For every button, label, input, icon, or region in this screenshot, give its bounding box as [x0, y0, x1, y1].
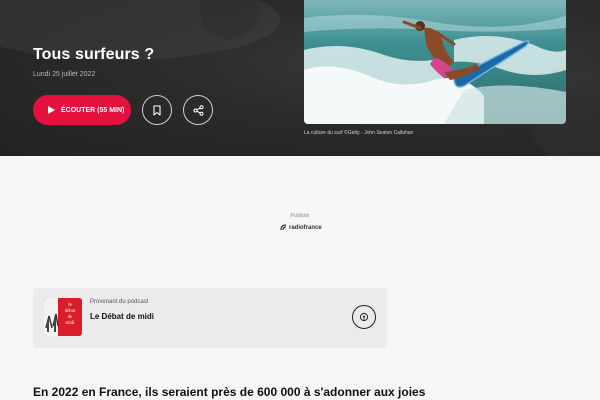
podcast-cover-word-4: midi — [65, 321, 75, 326]
podcast-cover-word-3: de — [68, 315, 74, 320]
episode-hero: Tous surfeurs ? Lundi 25 juillet 2022 ÉC… — [0, 0, 600, 156]
podcast-card[interactable]: le débat de midi Provenant du podcast Le… — [33, 288, 387, 348]
share-button[interactable] — [183, 95, 213, 125]
episode-title: Tous surfeurs ? — [33, 46, 155, 63]
play-icon — [48, 106, 55, 114]
podcast-source-label: Provenant du podcast — [90, 299, 149, 305]
podcast-link-button[interactable] — [352, 305, 376, 329]
page: Tous surfeurs ? Lundi 25 juillet 2022 ÉC… — [0, 0, 600, 400]
podcast-icon — [359, 312, 369, 322]
article-lead-paragraph: En 2022 en France, ils seraient près de … — [33, 385, 426, 399]
ad-label: Publicité — [290, 213, 310, 219]
episode-date: Lundi 25 juillet 2022 — [33, 71, 96, 78]
radiofrance-logo-icon — [280, 224, 287, 231]
listen-button[interactable]: ÉCOUTER (55 MIN) — [33, 95, 131, 125]
podcast-name[interactable]: Le Débat de midi — [90, 312, 154, 321]
listen-button-label: ÉCOUTER (55 MIN) — [61, 106, 125, 114]
podcast-cover-word-2: débat — [65, 309, 76, 314]
episode-image — [304, 0, 566, 124]
ad-brand[interactable]: radiofrance — [280, 224, 322, 231]
share-icon — [193, 104, 203, 116]
ad-brand-name: radiofrance — [289, 224, 322, 231]
bookmark-icon — [153, 104, 161, 116]
bookmark-button[interactable] — [142, 95, 172, 125]
podcast-cover: le débat de midi — [44, 298, 82, 336]
image-caption: La culture du surf ©Getty - John Seaton … — [304, 130, 414, 136]
